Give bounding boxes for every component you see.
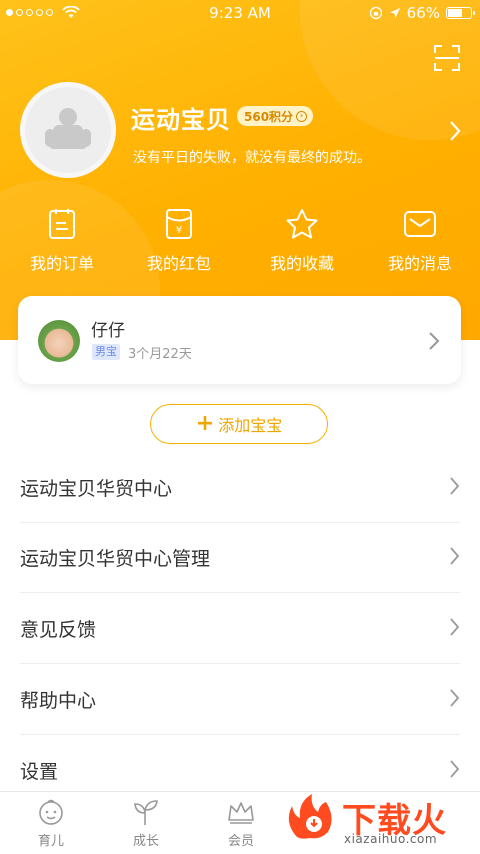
flame-logo-icon <box>288 794 332 839</box>
quick-action-messages[interactable]: 我的消息 <box>370 208 470 274</box>
mail-icon <box>404 211 436 237</box>
chevron-right-icon <box>450 689 460 707</box>
quick-action-label: 我的收藏 <box>269 254 334 273</box>
tab-label: 成长 <box>132 834 159 849</box>
add-baby-label: 添加宝宝 <box>218 416 283 435</box>
profile-header: 9:23 AM 66% 运动宝贝 560积分 › 没有平日的失败，就没有最终的成… <box>0 0 480 340</box>
menu-item-help[interactable]: 帮助中心 <box>20 664 460 735</box>
chevron-right-icon <box>450 760 460 778</box>
tab-label: 会员 <box>227 834 254 849</box>
quick-action-label: 我的红包 <box>146 254 211 273</box>
chevron-right-icon <box>450 477 460 495</box>
baby-gender-badge: 男宝 <box>92 344 120 360</box>
watermark: 下载火 xiazaihuo.com <box>282 790 480 853</box>
points-label: 560积分 <box>244 109 294 124</box>
battery-percent: 66% <box>406 4 440 22</box>
default-avatar-icon <box>45 108 91 149</box>
menu-item-center-management[interactable]: 运动宝贝华贸中心管理 <box>20 522 460 593</box>
quick-action-favorites[interactable]: 我的收藏 <box>252 208 352 274</box>
baby-face-icon <box>39 799 63 825</box>
chevron-right-icon <box>429 332 440 350</box>
tab-parenting[interactable]: 育儿 <box>16 798 86 849</box>
rotation-lock-icon <box>369 6 382 20</box>
baby-avatar <box>38 320 80 362</box>
tab-growth[interactable]: 成长 <box>111 798 181 849</box>
avatar[interactable] <box>20 82 116 178</box>
chevron-right-icon <box>450 547 460 565</box>
sprout-icon <box>134 800 158 825</box>
quick-action-orders[interactable]: 我的订单 <box>12 208 112 274</box>
menu-item-feedback[interactable]: 意见反馈 <box>20 593 460 664</box>
menu-item-label: 运动宝贝华贸中心 <box>20 478 173 500</box>
menu-item-label: 意见反馈 <box>20 619 97 641</box>
tab-membership[interactable]: 会员 <box>206 798 276 849</box>
add-baby-button[interactable]: + 添加宝宝 <box>150 404 328 444</box>
order-icon <box>49 209 75 239</box>
menu-item-label: 帮助中心 <box>20 690 97 712</box>
baby-age: 3个月22天 <box>128 347 192 362</box>
crown-icon <box>228 802 254 824</box>
scan-icon[interactable] <box>433 44 461 72</box>
quick-action-label: 我的消息 <box>387 254 452 273</box>
points-badge[interactable]: 560积分 › <box>237 106 314 126</box>
baby-card[interactable]: 仔仔 男宝 3个月22天 <box>18 296 461 384</box>
username[interactable]: 运动宝贝 <box>131 100 231 135</box>
baby-name: 仔仔 <box>91 321 125 341</box>
plus-icon: + <box>195 411 215 436</box>
menu-item-label: 设置 <box>20 761 59 783</box>
battery-icon <box>446 7 475 19</box>
chevron-right-icon[interactable] <box>448 120 462 142</box>
chevron-right-icon <box>450 618 460 636</box>
quick-action-red-packets[interactable]: ¥ 我的红包 <box>129 208 229 274</box>
star-icon <box>286 209 318 239</box>
menu-item-center[interactable]: 运动宝贝华贸中心 <box>20 452 460 523</box>
quick-actions: 我的订单 ¥ 我的红包 我的收藏 我的消息 <box>0 208 480 278</box>
watermark-url: xiazaihuo.com <box>344 832 438 846</box>
menu-item-label: 运动宝贝华贸中心管理 <box>20 548 211 570</box>
chevron-right-circle-icon: › <box>296 110 308 122</box>
svg-text:¥: ¥ <box>176 225 182 236</box>
tab-label: 育儿 <box>37 834 64 849</box>
red-packet-icon: ¥ <box>166 209 192 239</box>
location-icon <box>389 8 400 18</box>
status-bar: 9:23 AM 66% <box>0 0 480 26</box>
quick-action-label: 我的订单 <box>29 254 94 273</box>
profile-motto: 没有平日的失败，就没有最终的成功。 <box>133 150 371 166</box>
